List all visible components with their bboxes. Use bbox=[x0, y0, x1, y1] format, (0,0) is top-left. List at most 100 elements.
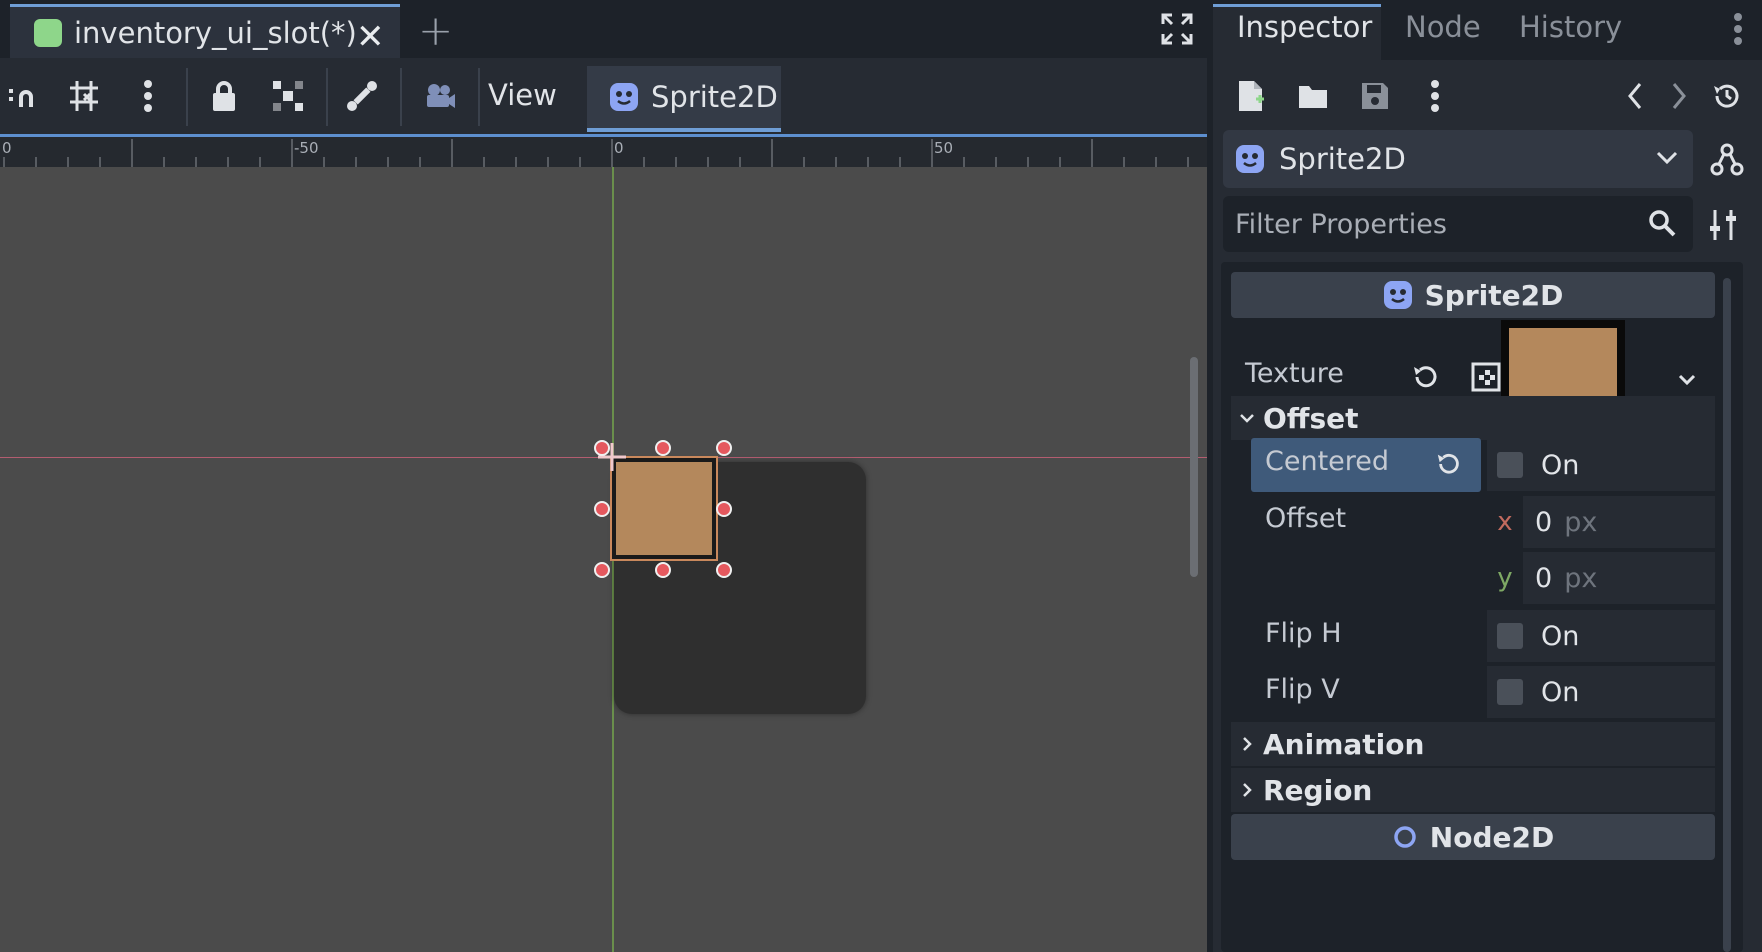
class-header-label: Node2D bbox=[1429, 820, 1555, 854]
ruler-ticks bbox=[3, 139, 1189, 167]
grid-snap-icon[interactable] bbox=[60, 72, 108, 120]
class-header-sprite2d: Sprite2D bbox=[1231, 272, 1715, 318]
inspector-scrollbar[interactable] bbox=[1723, 278, 1731, 952]
scene-tab-bar: inventory_ui_slot(*) ✕ + bbox=[0, 0, 1207, 58]
section-offset[interactable]: Offset bbox=[1239, 396, 1359, 440]
flip-h-value: On bbox=[1541, 620, 1580, 652]
resize-handle-bottom-right[interactable] bbox=[716, 562, 732, 578]
canvas-viewport[interactable]: 0 -50 0 50 bbox=[0, 134, 1207, 952]
checkbox[interactable] bbox=[1497, 679, 1523, 705]
bone-icon[interactable] bbox=[338, 72, 386, 120]
offset-x-tag: x bbox=[1487, 496, 1523, 548]
viewport-scrollbar[interactable] bbox=[1190, 357, 1198, 577]
chevron-right-icon bbox=[1243, 783, 1252, 797]
open-folder-icon[interactable] bbox=[1293, 76, 1333, 116]
object-selector[interactable]: Sprite2D bbox=[1223, 130, 1693, 188]
inspector-menu-icon[interactable] bbox=[1415, 76, 1455, 116]
close-tab-icon[interactable]: ✕ bbox=[356, 17, 385, 57]
scene-tab-inventory-ui-slot[interactable]: inventory_ui_slot(*) ✕ bbox=[10, 4, 400, 58]
toolbar-separator bbox=[478, 68, 480, 126]
resize-handle-bottom-left[interactable] bbox=[594, 562, 610, 578]
chevron-down-icon bbox=[1240, 414, 1254, 423]
toolbar-separator bbox=[326, 68, 328, 126]
kebab-menu-icon[interactable] bbox=[124, 72, 172, 120]
property-tools-icon[interactable] bbox=[1709, 208, 1739, 242]
distraction-free-icon[interactable] bbox=[1160, 12, 1194, 46]
sprite2d-context-tab[interactable]: Sprite2D bbox=[587, 66, 781, 132]
canvas-editor: inventory_ui_slot(*) ✕ + View Sprite2D 0… bbox=[0, 0, 1207, 952]
ruler-label: 50 bbox=[934, 139, 954, 157]
toolbar-separator bbox=[400, 68, 402, 126]
offset-x-field[interactable]: x 0 px bbox=[1487, 496, 1715, 548]
section-region-label: Region bbox=[1263, 773, 1373, 807]
section-animation[interactable]: Animation bbox=[1239, 722, 1424, 766]
offset-x-unit: px bbox=[1564, 506, 1598, 538]
node2d-icon bbox=[1394, 826, 1416, 848]
history-forward-icon[interactable] bbox=[1659, 76, 1699, 116]
flip-h-label: Flip H bbox=[1265, 618, 1342, 649]
flip-v-checkbox[interactable]: On bbox=[1487, 666, 1715, 718]
chevron-right-icon bbox=[1243, 737, 1252, 751]
group-icon[interactable] bbox=[264, 72, 312, 120]
sprite2d-icon bbox=[1383, 281, 1412, 309]
texture-preview-icon[interactable] bbox=[1471, 362, 1501, 392]
revert-icon[interactable] bbox=[1411, 362, 1441, 392]
section-region[interactable]: Region bbox=[1239, 768, 1372, 812]
checkbox[interactable] bbox=[1497, 623, 1523, 649]
resize-handle-bottom[interactable] bbox=[655, 562, 671, 578]
flip-h-checkbox[interactable]: On bbox=[1487, 610, 1715, 662]
view-menu-button[interactable]: View bbox=[488, 78, 557, 112]
sprite2d-selected[interactable] bbox=[612, 458, 716, 559]
add-scene-tab-icon[interactable]: + bbox=[418, 6, 453, 55]
resize-handle-top-right[interactable] bbox=[716, 440, 732, 456]
offset-y-unit: px bbox=[1564, 562, 1598, 594]
sprite2d-icon bbox=[610, 83, 638, 111]
node-configuration-icon[interactable] bbox=[1709, 142, 1745, 178]
centered-label: Centered bbox=[1265, 446, 1390, 477]
revert-icon[interactable] bbox=[1435, 450, 1463, 478]
filter-properties-input[interactable] bbox=[1223, 196, 1623, 252]
horizontal-ruler[interactable]: 0 -50 0 50 bbox=[0, 137, 1207, 167]
class-header-node2d: Node2D bbox=[1231, 814, 1715, 860]
scene-icon bbox=[34, 18, 62, 47]
resize-handle-top[interactable] bbox=[655, 440, 671, 456]
offset-y-value: 0 bbox=[1535, 562, 1553, 594]
offset-y-tag: y bbox=[1487, 552, 1523, 604]
flip-v-label: Flip V bbox=[1265, 674, 1340, 705]
offset-label: Offset bbox=[1265, 503, 1347, 534]
resize-handle-right[interactable] bbox=[716, 501, 732, 517]
section-animation-label: Animation bbox=[1263, 727, 1425, 761]
save-icon[interactable] bbox=[1355, 76, 1395, 116]
tab-history[interactable]: History bbox=[1519, 10, 1622, 44]
ruler-label: 0 bbox=[2, 139, 12, 157]
new-resource-icon[interactable] bbox=[1231, 76, 1271, 116]
resize-handle-top-left[interactable] bbox=[594, 440, 610, 456]
recent-history-icon[interactable] bbox=[1707, 76, 1747, 116]
chevron-down-icon[interactable] bbox=[1677, 370, 1697, 390]
checkbox[interactable] bbox=[1497, 452, 1523, 478]
scene-tab-label: inventory_ui_slot(*) bbox=[74, 15, 357, 50]
chevron-down-icon bbox=[1656, 151, 1678, 165]
dock-menu-icon[interactable] bbox=[1733, 12, 1743, 46]
inspector-dock: Inspector Node History Sprite2D Filter P… bbox=[1213, 0, 1762, 952]
class-header-label: Sprite2D bbox=[1424, 278, 1564, 312]
lock-icon[interactable] bbox=[200, 72, 248, 120]
resize-handle-left[interactable] bbox=[594, 501, 610, 517]
editor-toolbar: View Sprite2D bbox=[0, 58, 1207, 134]
smart-snap-icon[interactable] bbox=[0, 72, 48, 120]
ruler-label: -50 bbox=[294, 139, 319, 157]
offset-x-value: 0 bbox=[1535, 506, 1553, 538]
filter-properties-field[interactable] bbox=[1223, 196, 1693, 252]
texture-label: Texture bbox=[1245, 358, 1344, 389]
centered-value: On bbox=[1541, 449, 1580, 481]
flip-v-value: On bbox=[1541, 676, 1580, 708]
camera-override-icon[interactable] bbox=[416, 72, 464, 120]
sprite2d-icon bbox=[1236, 145, 1264, 173]
offset-y-field[interactable]: y 0 px bbox=[1487, 552, 1715, 604]
dock-tab-bar: Inspector Node History bbox=[1213, 0, 1762, 60]
centered-checkbox[interactable]: On bbox=[1487, 439, 1715, 491]
history-back-icon[interactable] bbox=[1615, 76, 1655, 116]
inspector-toolbar bbox=[1213, 60, 1762, 130]
tab-node[interactable]: Node bbox=[1405, 10, 1481, 44]
tab-inspector[interactable]: Inspector bbox=[1237, 10, 1372, 44]
